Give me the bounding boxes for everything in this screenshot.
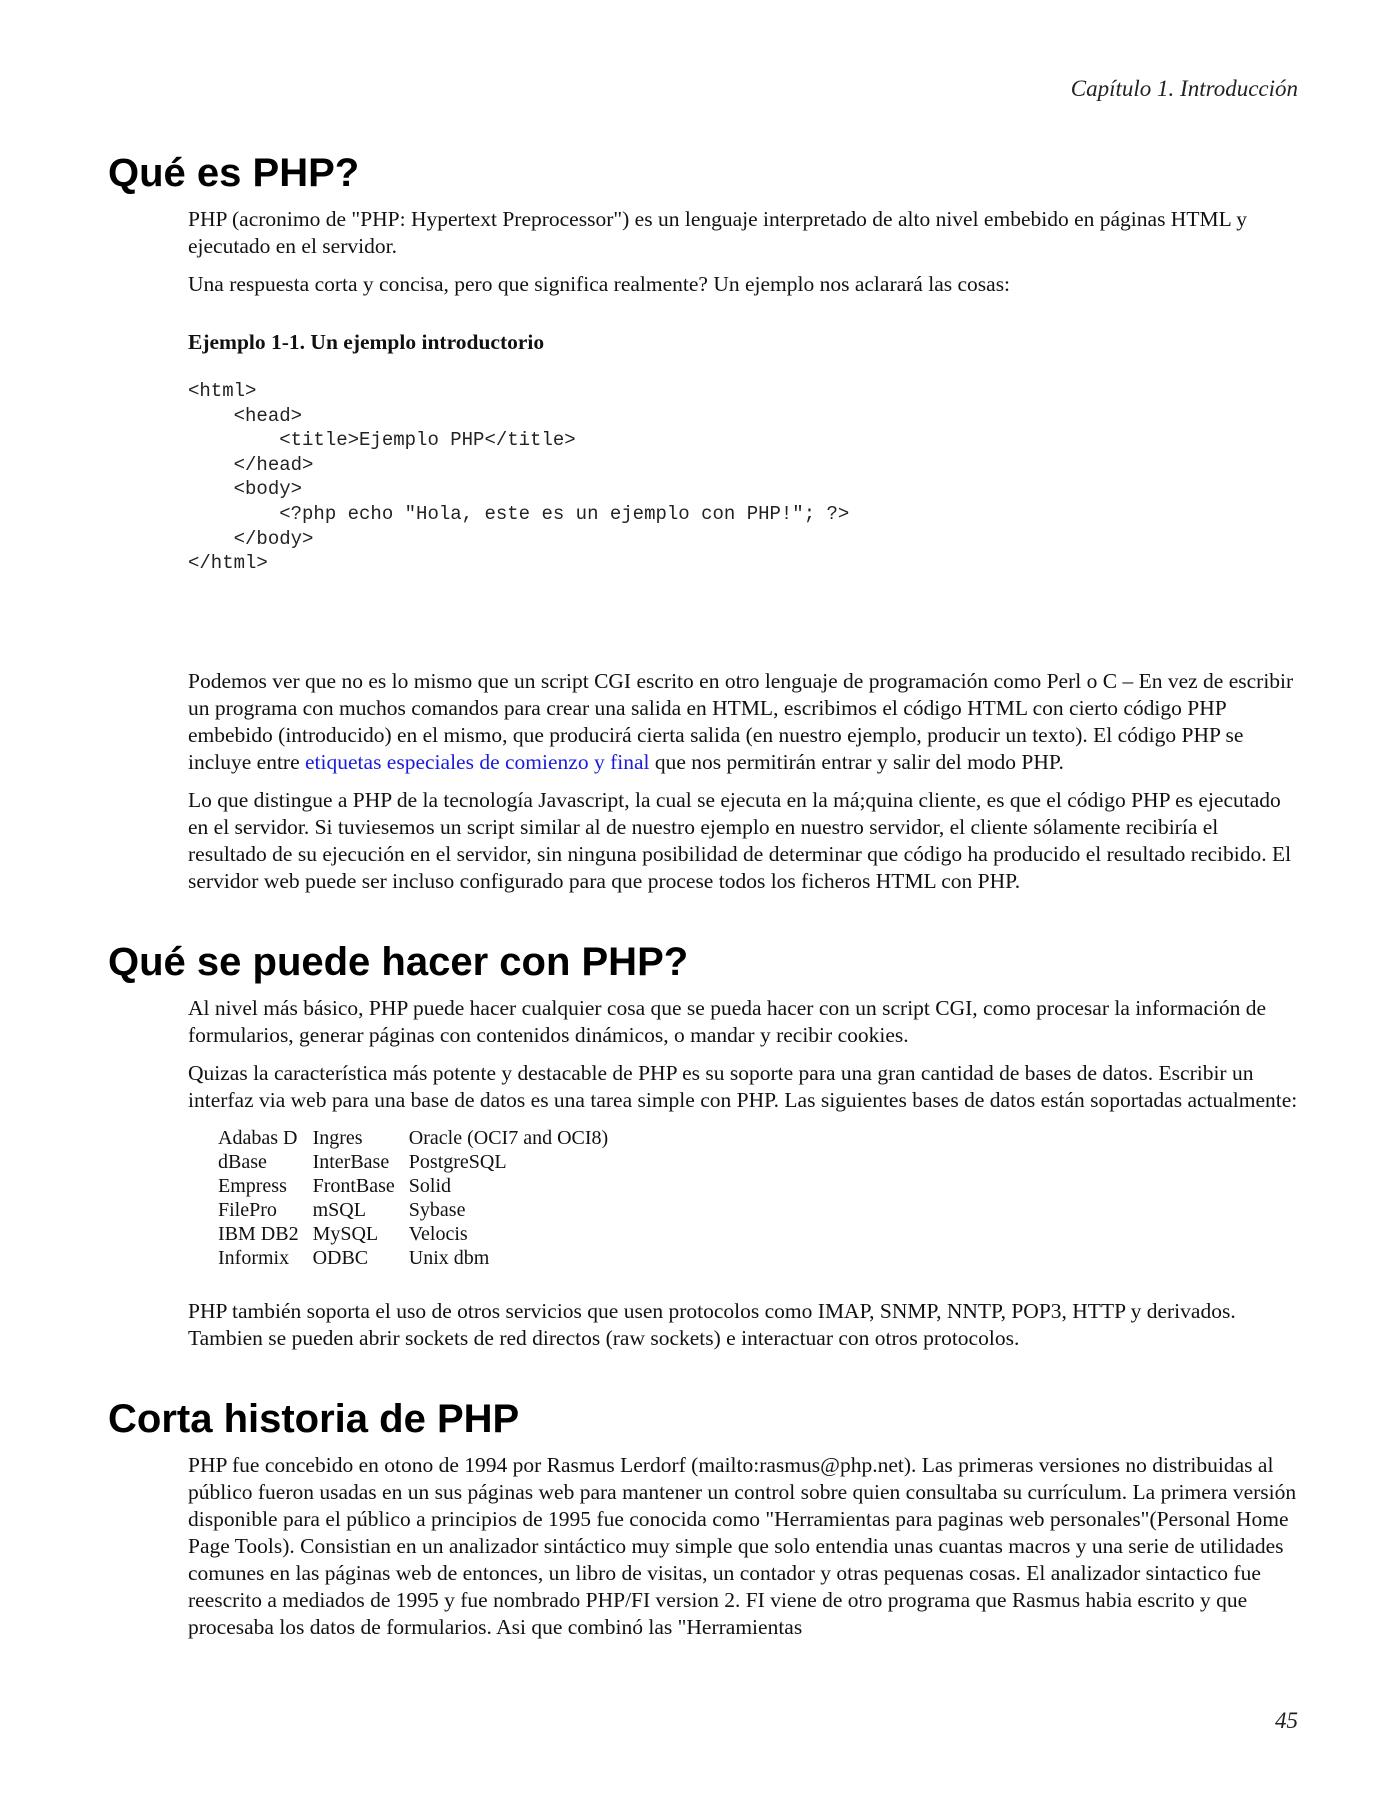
code-example: <html> <head> <title>Ejemplo PHP</title>… [188,380,850,575]
table-cell: Adabas D [218,1126,298,1149]
table-cell: MySQL [312,1222,379,1245]
table-row: Informix ODBC Unix dbm [218,1246,622,1270]
table-cell: PostgreSQL [408,1150,507,1173]
table-cell: mSQL [312,1198,366,1221]
table-cell: Empress [218,1174,287,1197]
section-que-es-php: Qué es PHP? PHP (acronimo de "PHP: Hyper… [108,150,1298,895]
tags-link[interactable]: etiquetas especiales de comienzo y final [305,750,649,774]
database-table: Adabas D Ingres Oracle (OCI7 and OCI8) dBas… [218,1126,622,1270]
section-body: PHP (acronimo de "PHP: Hypertext Preproc… [188,206,1298,895]
paragraph-text: que nos permitirán entrar y salir del mo… [649,749,1064,774]
document-page: Capítulo 1. Introducción Qué es PHP? PHP… [0,0,1390,1800]
table-row: IBM DB2 MySQL Velocis [218,1222,622,1246]
page-number: 45 [1275,1708,1298,1733]
table-row: Adabas D Ingres Oracle (OCI7 and OCI8) [218,1126,622,1150]
example-title: Ejemplo 1-1. Un ejemplo introductorio [188,330,545,354]
table-cell: Sybase [408,1198,466,1221]
paragraph: PHP también soporta el uso de otros serv… [188,1298,1236,1350]
paragraph: Al nivel más básico, PHP puede hacer cua… [188,995,1267,1047]
table-cell: InterBase [312,1150,390,1173]
table-cell: Ingres [312,1126,363,1149]
table-cell: Oracle (OCI7 and OCI8) [408,1126,609,1149]
section-historia: Corta historia de PHP PHP fue concebido … [108,1396,1298,1641]
section-que-se-puede-hacer: Qué se puede hacer con PHP? Al nivel más… [108,939,1298,1352]
section-heading: Qué es PHP? [108,151,360,195]
table-cell: FilePro [218,1198,277,1221]
table-cell: dBase [218,1150,267,1173]
section-body: Al nivel más básico, PHP puede hacer cua… [188,995,1298,1352]
table-cell: FrontBase [312,1174,395,1197]
table-cell: Solid [408,1174,452,1197]
table-cell: Velocis [408,1222,468,1245]
table-row: dBase InterBase PostgreSQL [218,1150,622,1174]
table-row: Empress FrontBase Solid [218,1174,622,1198]
table-cell: ODBC [312,1246,369,1269]
paragraph: PHP fue concebido en otono de 1994 por R… [188,1452,1297,1639]
page-content: Qué es PHP? PHP (acronimo de "PHP: Hyper… [108,150,1298,1685]
table-cell: Unix dbm [408,1246,490,1269]
running-header: Capítulo 1. Introducción [1070,76,1298,101]
table-cell: Informix [218,1246,290,1269]
paragraph: Una respuesta corta y concisa, pero que … [188,272,1011,296]
table-cell: IBM DB2 [218,1222,299,1245]
paragraph: Quizas la característica más potente y d… [188,1060,1298,1112]
section-heading: Corta historia de PHP [108,1396,520,1441]
section-body: PHP fue concebido en otono de 1994 por R… [188,1452,1298,1641]
paragraph: PHP (acronimo de "PHP: Hypertext Preproc… [188,207,1248,258]
paragraph: Lo que distingue a PHP de la tecnología … [188,787,1292,893]
paragraph: Podemos ver que no es lo mismo que un sc… [188,668,1298,776]
table-row: FilePro mSQL Sybase [218,1198,622,1222]
section-heading: Qué se puede hacer con PHP? [108,939,689,984]
